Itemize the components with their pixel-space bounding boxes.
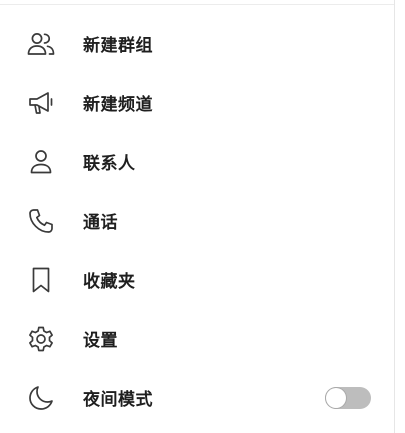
- night-mode-toggle[interactable]: [325, 386, 371, 409]
- side-menu: 新建群组 新建频道 联系人 通话 收藏夹 设置 夜间模式: [0, 14, 394, 427]
- menu-item-label: 联系人: [83, 154, 136, 174]
- menu-item-new-channel[interactable]: 新建频道: [0, 73, 394, 132]
- phone-icon: [24, 204, 58, 238]
- menu-item-night-mode[interactable]: 夜间模式: [0, 368, 394, 427]
- person-icon: [24, 145, 58, 179]
- menu-item-contacts[interactable]: 联系人: [0, 132, 394, 191]
- bookmark-icon: [24, 263, 58, 297]
- moon-icon: [24, 381, 58, 415]
- menu-item-label: 夜间模式: [83, 390, 153, 410]
- menu-item-label: 收藏夹: [83, 272, 136, 292]
- menu-item-label: 新建频道: [83, 95, 153, 115]
- menu-item-label: 通话: [83, 213, 118, 233]
- panel-edge-divider: [394, 0, 395, 433]
- menu-item-label: 设置: [83, 331, 118, 351]
- menu-item-new-group[interactable]: 新建群组: [0, 14, 394, 73]
- megaphone-icon: [24, 86, 58, 120]
- gear-icon: [24, 322, 58, 356]
- menu-item-favorites[interactable]: 收藏夹: [0, 250, 394, 309]
- toggle-knob: [326, 387, 346, 408]
- menu-item-settings[interactable]: 设置: [0, 309, 394, 368]
- top-divider: [0, 4, 395, 5]
- menu-item-label: 新建群组: [83, 36, 153, 56]
- group-icon: [24, 27, 58, 61]
- menu-item-calls[interactable]: 通话: [0, 191, 394, 250]
